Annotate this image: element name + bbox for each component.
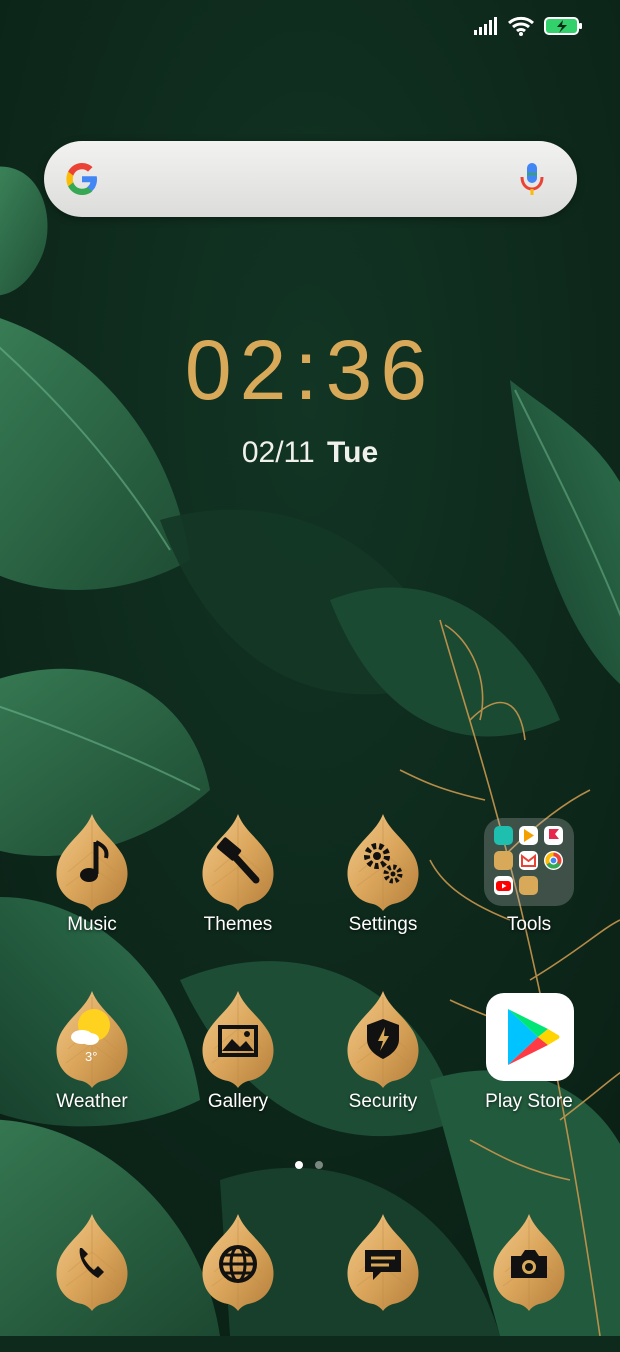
- page-dot-active: [295, 1161, 303, 1169]
- weekday: Tue: [327, 436, 379, 469]
- dock-camera[interactable]: [456, 1212, 602, 1352]
- app-label: Music: [67, 914, 117, 935]
- app-label: Gallery: [207, 1091, 269, 1112]
- status-bar: [474, 16, 584, 36]
- youtube-icon: [494, 876, 513, 895]
- scanner-icon: [494, 826, 513, 845]
- shield-icon: [345, 989, 421, 1089]
- page-indicator: [295, 1161, 323, 1169]
- dock-phone[interactable]: [19, 1212, 165, 1352]
- messages-icon: [345, 1212, 421, 1312]
- app-weather[interactable]: 3° Weather: [19, 989, 165, 1129]
- clock-time[interactable]: 02:36: [0, 322, 620, 419]
- app-music[interactable]: Music: [19, 812, 165, 952]
- gallery-icon: [200, 989, 276, 1089]
- date-value: 02/11: [241, 436, 315, 469]
- weather-temp: 3°: [85, 1049, 98, 1064]
- flag-icon: [544, 826, 563, 845]
- app-themes[interactable]: Themes: [165, 812, 311, 952]
- folder-icon[interactable]: [484, 818, 574, 906]
- app-play-store[interactable]: Play Store: [456, 989, 602, 1129]
- wifi-icon: [508, 16, 534, 36]
- mic-icon[interactable]: [517, 161, 547, 197]
- music-note-icon: [54, 812, 130, 912]
- gmail-icon: [519, 851, 538, 870]
- camera-icon: [491, 1212, 567, 1312]
- clock-date[interactable]: 02/11 Tue: [0, 436, 620, 470]
- paint-brush-icon: [200, 812, 276, 912]
- signal-icon: [474, 17, 497, 35]
- app-label: Security: [348, 1091, 418, 1112]
- app-security[interactable]: Security: [310, 989, 456, 1129]
- google-search-bar[interactable]: [44, 141, 577, 217]
- weather-sun-icon: [54, 989, 130, 1089]
- dock-browser[interactable]: [165, 1212, 311, 1352]
- battery-charging-icon: [544, 17, 582, 35]
- folder-label: Tools: [506, 914, 552, 935]
- app-label: Themes: [203, 914, 273, 935]
- mini-leaf-icon: [519, 876, 538, 895]
- dock-messages[interactable]: [310, 1212, 456, 1352]
- page-dot: [315, 1161, 323, 1169]
- app-label: Settings: [348, 914, 418, 935]
- app-label: Weather: [56, 1091, 128, 1112]
- gears-icon: [345, 812, 421, 912]
- app-label: Play Store: [485, 1091, 573, 1112]
- app-settings[interactable]: Settings: [310, 812, 456, 952]
- play-icon: [519, 826, 538, 845]
- google-g-icon: [66, 163, 97, 195]
- app-gallery[interactable]: Gallery: [165, 989, 311, 1129]
- phone-icon: [54, 1212, 130, 1312]
- chrome-icon: [544, 851, 563, 870]
- mini-leaf-icon: [494, 851, 513, 870]
- browser-globe-icon: [200, 1212, 276, 1312]
